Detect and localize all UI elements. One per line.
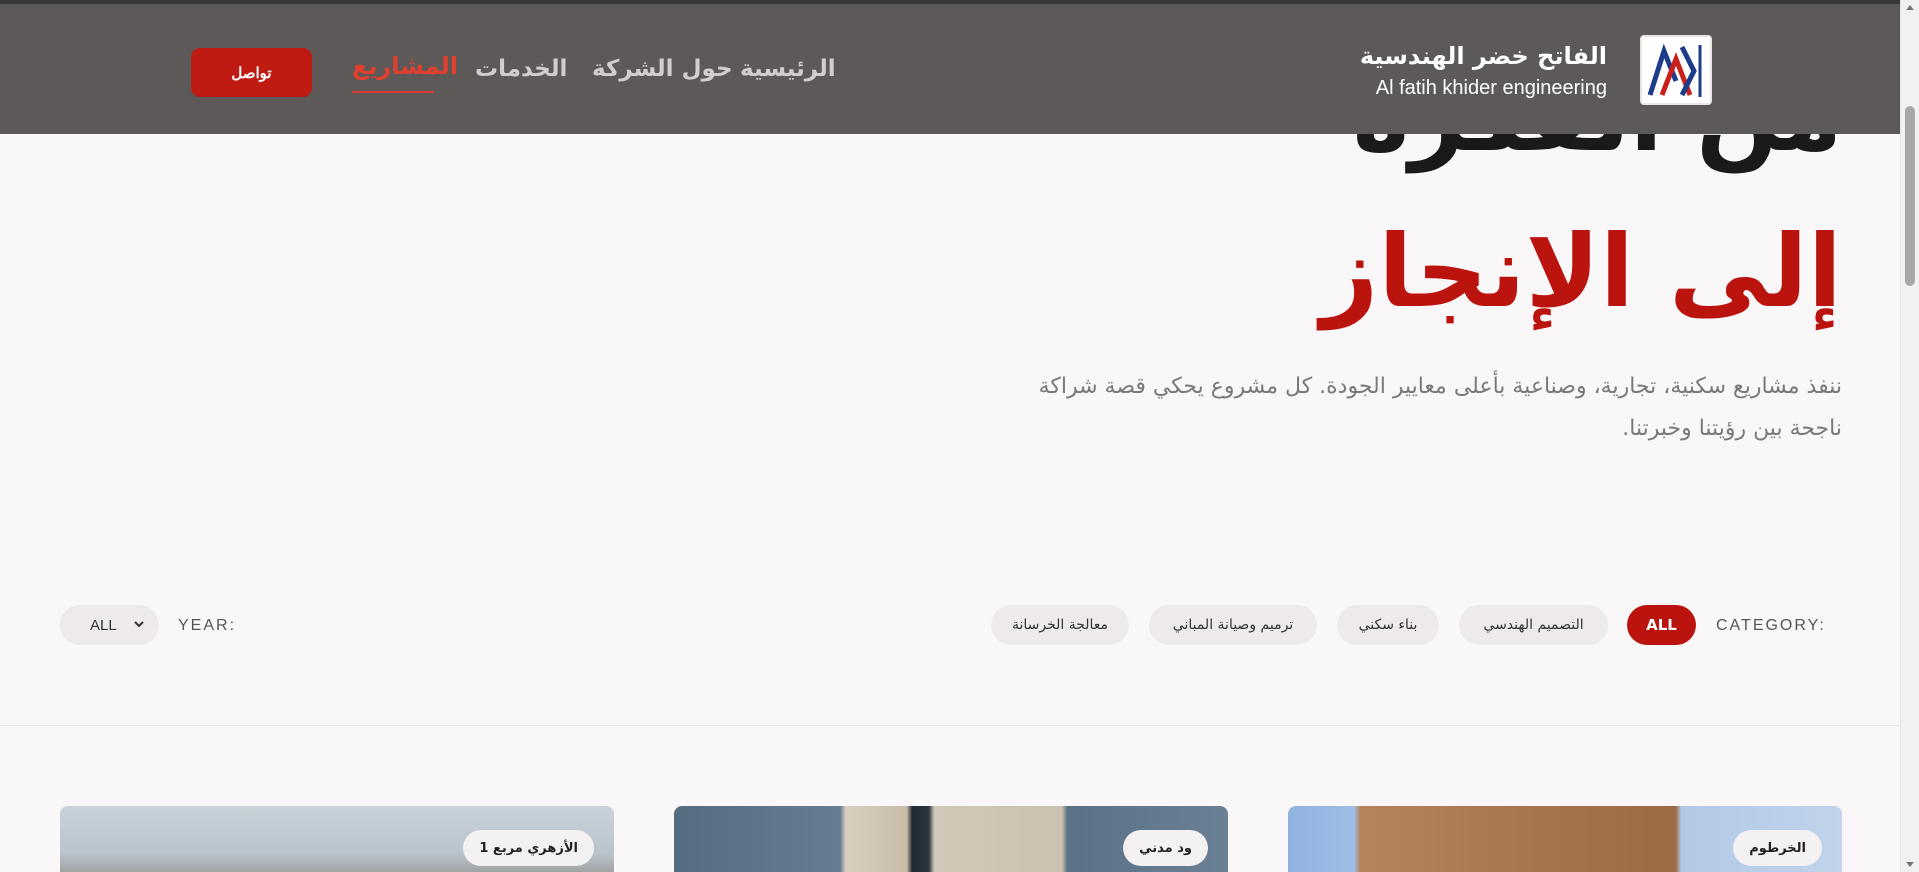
category-chip-residential[interactable]: بناء سكني <box>1337 605 1439 645</box>
project-card[interactable]: الخرطوم <box>1288 806 1842 872</box>
section-divider <box>0 725 1900 726</box>
hero-description: ننفذ مشاريع سكنية، تجارية، وصناعية بأعلى… <box>1038 374 1842 441</box>
year-select-value: ALL <box>90 616 117 634</box>
site-header: الفاتح خضر الهندسية Al fatih khider engi… <box>0 4 1900 134</box>
project-card[interactable]: ود مدني <box>674 806 1228 872</box>
year-select[interactable]: ALL <box>60 605 159 645</box>
logo-mark-icon <box>1644 39 1708 101</box>
project-card[interactable]: الأزهري مربع 1 <box>60 806 614 872</box>
project-location-badge: ود مدني <box>1123 830 1208 866</box>
nav-active-underline <box>352 91 434 93</box>
chevron-down-icon <box>134 621 144 628</box>
scroll-down-arrow-icon[interactable] <box>1906 862 1914 867</box>
nav-projects[interactable]: المشاريع <box>352 52 458 80</box>
category-chip-engineering-design[interactable]: التصميم الهندسي <box>1459 605 1608 645</box>
nav-about[interactable]: حول الشركة <box>592 56 733 82</box>
project-location-badge: الأزهري مربع 1 <box>463 830 594 866</box>
category-filter-label: CATEGORY: <box>1716 617 1826 634</box>
category-chip-renovation[interactable]: ترميم وصيانة المباني <box>1149 605 1317 645</box>
logo-arabic-name: الفاتح خضر الهندسية <box>1359 42 1607 70</box>
hero-title-line-2: إلى الإنجاز <box>1320 213 1842 330</box>
category-chip-concrete[interactable]: معالجة الخرسانة <box>991 605 1129 645</box>
scrollbar-thumb[interactable] <box>1905 106 1915 286</box>
page-scrollbar[interactable] <box>1900 0 1919 872</box>
year-filter-label: YEAR: <box>178 617 237 634</box>
nav-home[interactable]: الرئيسية <box>740 56 836 82</box>
company-logo[interactable] <box>1640 35 1712 105</box>
nav-services[interactable]: الخدمات <box>475 56 567 82</box>
category-chip-all[interactable]: ALL <box>1627 605 1696 645</box>
logo-english-name: Al fatih khider engineering <box>1375 77 1607 99</box>
scroll-up-arrow-icon[interactable] <box>1906 5 1914 10</box>
project-location-badge: الخرطوم <box>1733 830 1822 866</box>
contact-button[interactable]: تواصل <box>191 48 312 97</box>
